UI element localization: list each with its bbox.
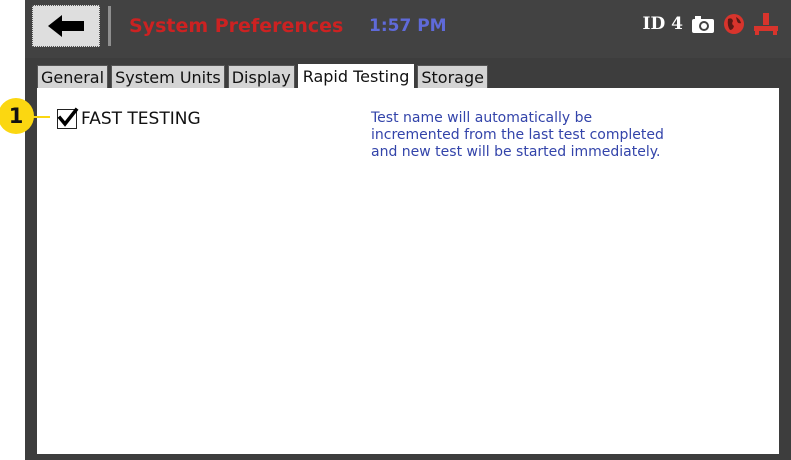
tab-system-units[interactable]: System Units [111, 65, 225, 88]
title-bar: System Preferences 1:57 PM ID 4 [25, 0, 791, 58]
camera-icon[interactable] [691, 14, 715, 34]
fast-testing-checkbox[interactable] [57, 107, 79, 129]
fast-testing-label: FAST TESTING [81, 109, 201, 129]
callout-line [32, 116, 50, 118]
rapid-testing-panel: FAST TESTING Test name will automaticall… [37, 88, 779, 454]
device-frame: System Preferences 1:57 PM ID 4 General … [25, 0, 791, 460]
fast-testing-description: Test name will automatically be incremen… [371, 110, 664, 160]
tab-display[interactable]: Display [227, 65, 295, 88]
status-area: ID 4 [643, 12, 779, 36]
device-id: ID 4 [642, 14, 683, 34]
network-icon[interactable] [753, 12, 779, 36]
globe-icon[interactable] [723, 13, 745, 35]
tab-storage[interactable]: Storage [417, 65, 488, 88]
title-separator [108, 6, 111, 46]
fast-testing-option[interactable]: FAST TESTING [57, 107, 201, 129]
back-button[interactable] [32, 5, 100, 47]
clock: 1:57 PM [369, 16, 447, 36]
tab-rapid-testing[interactable]: Rapid Testing [297, 64, 415, 89]
tab-general[interactable]: General [37, 65, 109, 88]
back-arrow-icon [48, 15, 84, 37]
checkmark-icon [57, 107, 79, 127]
page-title: System Preferences [129, 15, 344, 37]
tab-bar: General System Units Display Rapid Testi… [37, 64, 491, 89]
